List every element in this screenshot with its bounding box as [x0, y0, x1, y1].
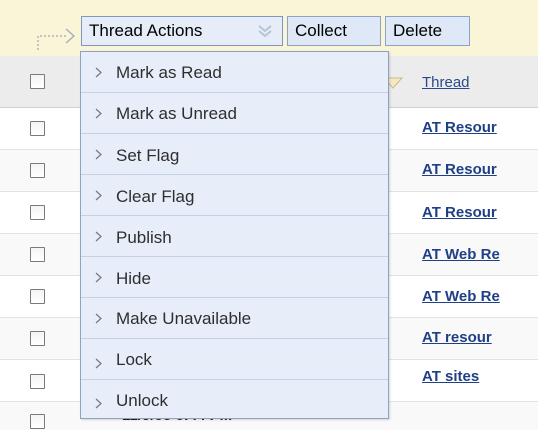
menu-item-label: Lock: [116, 350, 152, 369]
menu-item-label: Hide: [116, 269, 151, 288]
thread-link[interactable]: AT resour: [422, 329, 538, 346]
thread-link[interactable]: AT Resour: [422, 119, 538, 136]
menu-item-set-flag[interactable]: Set Flag: [81, 134, 388, 175]
collect-button[interactable]: Collect: [287, 16, 381, 46]
chevron-right-icon: [95, 398, 102, 409]
row-checkbox[interactable]: [30, 205, 45, 220]
menu-item-hide[interactable]: Hide: [81, 257, 388, 298]
row-checkbox[interactable]: [30, 374, 45, 389]
menu-item-clear-flag[interactable]: Clear Flag: [81, 175, 388, 216]
row-checkbox[interactable]: [30, 331, 45, 346]
dotted-arrow-icon: [37, 28, 75, 50]
chevron-right-icon: [95, 67, 102, 78]
chevron-right-icon: [95, 358, 102, 369]
chevron-right-icon: [95, 190, 102, 201]
action-toolbar: Thread Actions Collect Delete: [0, 0, 538, 56]
menu-item-label: Make Unavailable: [116, 309, 252, 328]
thread-link[interactable]: AT Resour: [422, 161, 538, 178]
thread-link[interactable]: AT Web Re: [422, 288, 538, 305]
thread-actions-menu: Mark as Read Mark as Unread Set Flag Cle…: [80, 51, 389, 419]
thread-link[interactable]: AT sites: [422, 368, 538, 385]
menu-item-label: Publish: [116, 228, 172, 247]
menu-item-label: Mark as Read: [116, 63, 222, 82]
row-checkbox[interactable]: [30, 414, 45, 429]
menu-item-unlock[interactable]: Unlock: [81, 380, 388, 418]
chevron-right-icon: [95, 108, 102, 119]
select-all-checkbox[interactable]: [30, 74, 45, 89]
thread-actions-label: Thread Actions: [89, 21, 203, 40]
thread-actions-button[interactable]: Thread Actions: [81, 16, 283, 46]
chevron-right-icon: [95, 149, 102, 160]
chevron-right-icon: [95, 313, 102, 324]
chevron-right-icon: [95, 231, 102, 242]
chevron-down-icon: [258, 25, 272, 38]
row-checkbox[interactable]: [30, 121, 45, 136]
menu-item-label: Mark as Unread: [116, 104, 237, 123]
menu-item-make-unavailable[interactable]: Make Unavailable: [81, 298, 388, 339]
thread-link[interactable]: AT Resour: [422, 204, 538, 221]
menu-item-label: Unlock: [116, 391, 168, 410]
menu-item-lock[interactable]: Lock: [81, 339, 388, 380]
menu-item-label: Clear Flag: [116, 187, 195, 206]
chevron-right-icon: [95, 272, 102, 283]
menu-item-mark-as-read[interactable]: Mark as Read: [81, 52, 388, 93]
menu-item-publish[interactable]: Publish: [81, 216, 388, 257]
row-checkbox[interactable]: [30, 163, 45, 178]
thread-link[interactable]: AT Web Re: [422, 246, 538, 263]
delete-button[interactable]: Delete: [385, 16, 470, 46]
row-checkbox[interactable]: [30, 289, 45, 304]
row-checkbox[interactable]: [30, 247, 45, 262]
menu-item-label: Set Flag: [116, 146, 180, 165]
menu-item-mark-as-unread[interactable]: Mark as Unread: [81, 93, 388, 134]
thread-column-header[interactable]: Thread: [422, 74, 470, 91]
